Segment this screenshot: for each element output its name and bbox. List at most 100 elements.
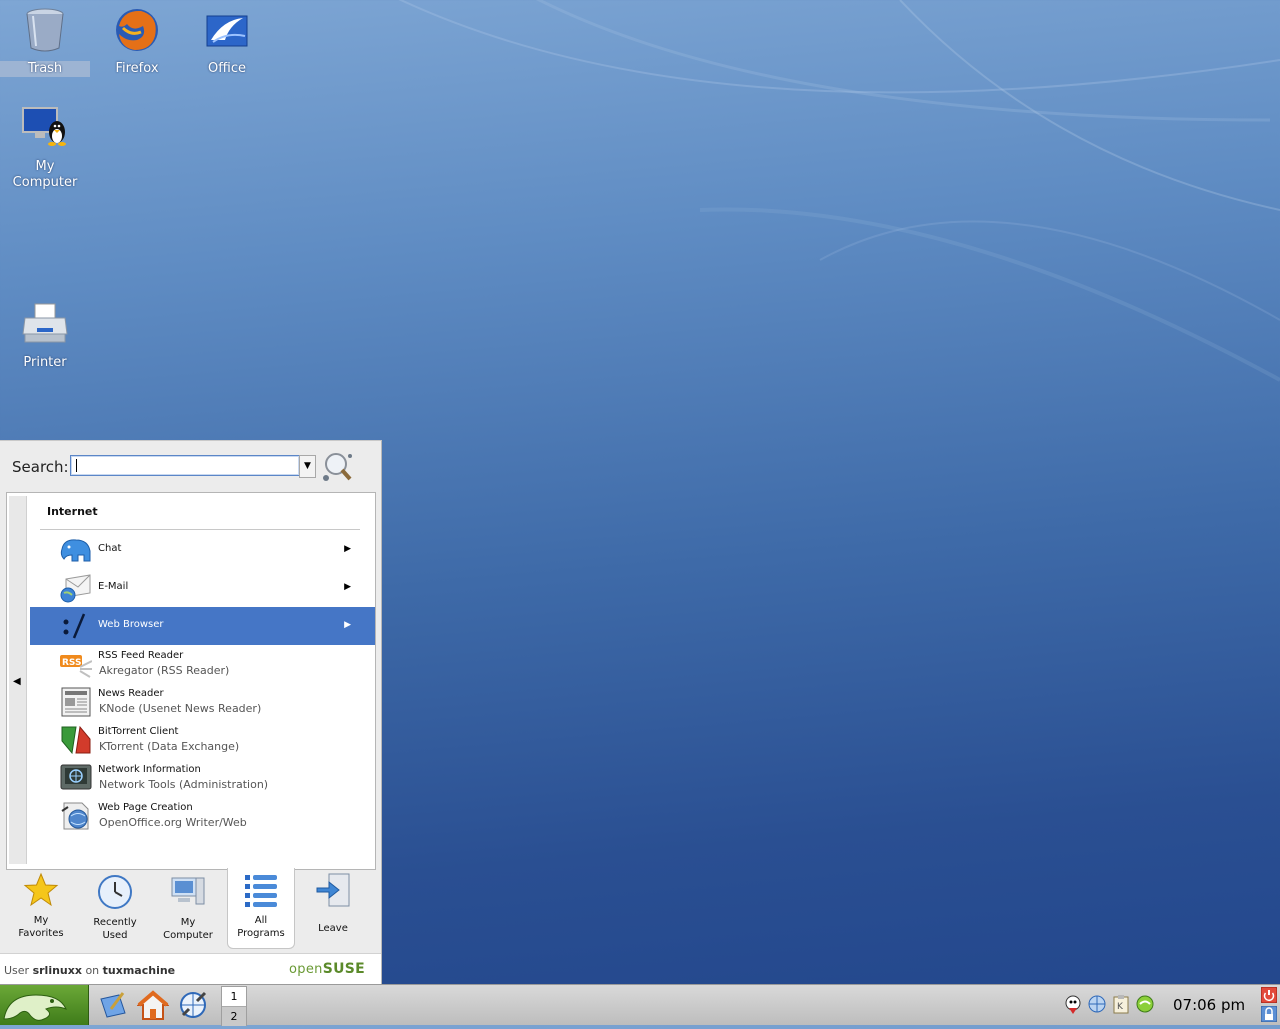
clock[interactable]: 07:06 pm	[1173, 996, 1245, 1014]
submenu-arrow-icon: ▶	[344, 544, 351, 554]
user-info: User srlinuxx on tuxmachine	[4, 964, 175, 977]
desktop-icon-office[interactable]: Office	[182, 6, 272, 77]
tab-label: Leave	[318, 923, 348, 934]
search-label: Search:	[12, 458, 69, 476]
tab-label: My	[180, 917, 196, 928]
trash-icon	[26, 8, 64, 52]
menu-item-title: E-Mail	[98, 581, 129, 592]
menu-item-subtitle: KNode (Usenet News Reader)	[99, 702, 262, 715]
menu-item-title: Network Information	[98, 764, 201, 775]
tab-label: Favorites	[18, 928, 64, 939]
tab-label: Programs	[237, 928, 285, 939]
desktop-icon-my-computer[interactable]: My Computer	[0, 104, 90, 191]
update-applet-icon[interactable]	[1063, 994, 1083, 1014]
menu-item-news-reader[interactable]: News Reader KNode (Usenet News Reader)	[30, 683, 375, 721]
menu-item-title: RSS Feed Reader	[98, 650, 184, 661]
svg-text:RSS: RSS	[62, 658, 82, 668]
search-history-dropdown[interactable]: ▼	[299, 455, 316, 478]
tab-favorites[interactable]: My Favorites	[6, 868, 76, 948]
section-divider	[40, 529, 360, 530]
tab-my-computer[interactable]: My Computer	[153, 868, 223, 948]
pager-desktop-1[interactable]: 1	[222, 987, 246, 1006]
menu-item-title: Web Page Creation	[98, 802, 193, 813]
menu-item-subtitle: KTorrent (Data Exchange)	[99, 740, 240, 753]
menu-item-network-information[interactable]: Network Information Network Tools (Admin…	[30, 759, 375, 797]
power-off-icon[interactable]	[1261, 987, 1277, 1003]
home-icon[interactable]	[137, 989, 169, 1021]
web-browser-icon	[63, 613, 86, 639]
text-editor-icon[interactable]	[97, 989, 129, 1021]
kickoff-footer: User srlinuxx on tuxmachine openSUSE	[0, 953, 381, 986]
lock-screen-icon[interactable]	[1261, 1006, 1277, 1022]
submenu-arrow-icon: ▶	[344, 620, 351, 630]
program-list: ◀ Internet Chat ▶ E-Mail ▶ Web Browser ▶…	[6, 492, 376, 870]
clock-icon	[98, 875, 132, 909]
section-title: Internet	[47, 505, 98, 518]
menu-item-title: News Reader	[98, 688, 164, 699]
printer-icon	[22, 303, 68, 343]
tab-label: Recently	[93, 917, 137, 928]
menu-item-rss-reader[interactable]: RSS RSS Feed Reader Akregator (RSS Reade…	[30, 645, 375, 683]
suse-gecko-icon	[3, 994, 67, 1021]
network-icon	[60, 764, 92, 790]
desktop-icon-label: Printer	[23, 355, 67, 370]
user-prefix: User	[4, 964, 30, 977]
email-icon	[60, 574, 91, 603]
news-icon	[61, 687, 91, 717]
kickoff-menu: Search: ▼ ◀ Internet Chat ▶ E-Mail ▶ Web…	[0, 440, 382, 986]
menu-item-subtitle: OpenOffice.org Writer/Web	[99, 816, 247, 829]
menu-item-web-page-creation[interactable]: Web Page Creation OpenOffice.org Writer/…	[30, 797, 375, 835]
power-management-icon[interactable]	[1135, 994, 1155, 1014]
menu-item-bittorrent[interactable]: BitTorrent Client KTorrent (Data Exchang…	[30, 721, 375, 759]
back-button[interactable]: ◀	[9, 496, 27, 864]
desktop-pager: 1 2	[221, 986, 247, 1026]
desktop-icon-printer[interactable]: Printer	[0, 300, 90, 371]
desktop-icon-trash[interactable]: Trash	[0, 6, 90, 77]
taskbar: 1 2 K 07:06 pm	[0, 984, 1280, 1026]
web-page-icon	[61, 802, 89, 830]
desktop-icon-label: My	[35, 159, 55, 174]
network-tray-icon[interactable]	[1087, 994, 1107, 1014]
tab-label: Used	[102, 930, 128, 941]
application-launcher-button[interactable]	[0, 985, 89, 1025]
back-arrow-icon: ◀	[13, 676, 21, 687]
desktop-icon-label: Firefox	[115, 61, 159, 76]
bittorrent-icon	[61, 725, 91, 755]
menu-item-chat[interactable]: Chat ▶	[30, 531, 375, 569]
search-icon	[323, 453, 352, 481]
submenu-arrow-icon: ▶	[344, 582, 351, 592]
tab-label: Computer	[163, 930, 213, 941]
search-input[interactable]	[70, 455, 300, 476]
klipper-clipboard-icon[interactable]: K	[1111, 994, 1131, 1014]
desktop-icon-label: Office	[208, 61, 246, 76]
tab-label: My	[33, 915, 49, 926]
tab-all-programs[interactable]: All Programs	[227, 868, 295, 949]
office-icon	[206, 15, 248, 47]
username: srlinuxx	[32, 964, 82, 977]
menu-item-title: BitTorrent Client	[98, 726, 179, 737]
menu-item-web-browser[interactable]: Web Browser ▶	[30, 607, 375, 645]
rss-icon: RSS	[60, 655, 92, 678]
desktop-icon-firefox[interactable]: Firefox	[92, 6, 182, 77]
chat-icon	[60, 539, 91, 562]
brand-suse: SUSE	[322, 961, 365, 977]
menu-item-subtitle: Akregator (RSS Reader)	[99, 664, 230, 677]
brand-open: open	[289, 962, 323, 977]
user-on: on	[85, 964, 100, 977]
tab-recently-used[interactable]: Recently Used	[80, 868, 150, 948]
list-icon	[245, 875, 277, 907]
web-browser-taskbar-icon[interactable]	[177, 989, 209, 1021]
text-caret	[76, 459, 77, 472]
desktop-icon-label: Trash	[0, 61, 90, 77]
hostname: tuxmachine	[102, 964, 176, 977]
pager-desktop-2[interactable]: 2	[222, 1006, 246, 1026]
menu-item-email[interactable]: E-Mail ▶	[30, 569, 375, 607]
menu-item-title: Web Browser	[98, 619, 164, 630]
kickoff-tabs: My Favorites Recently Used My Computer A…	[0, 868, 381, 953]
star-icon	[23, 872, 59, 907]
desktop-icon-label: Computer	[12, 175, 78, 190]
menu-item-subtitle: Network Tools (Administration)	[99, 778, 269, 791]
tab-leave[interactable]: Leave	[298, 868, 368, 948]
opensuse-logo: openSUSE	[289, 961, 365, 977]
firefox-icon	[116, 9, 158, 51]
